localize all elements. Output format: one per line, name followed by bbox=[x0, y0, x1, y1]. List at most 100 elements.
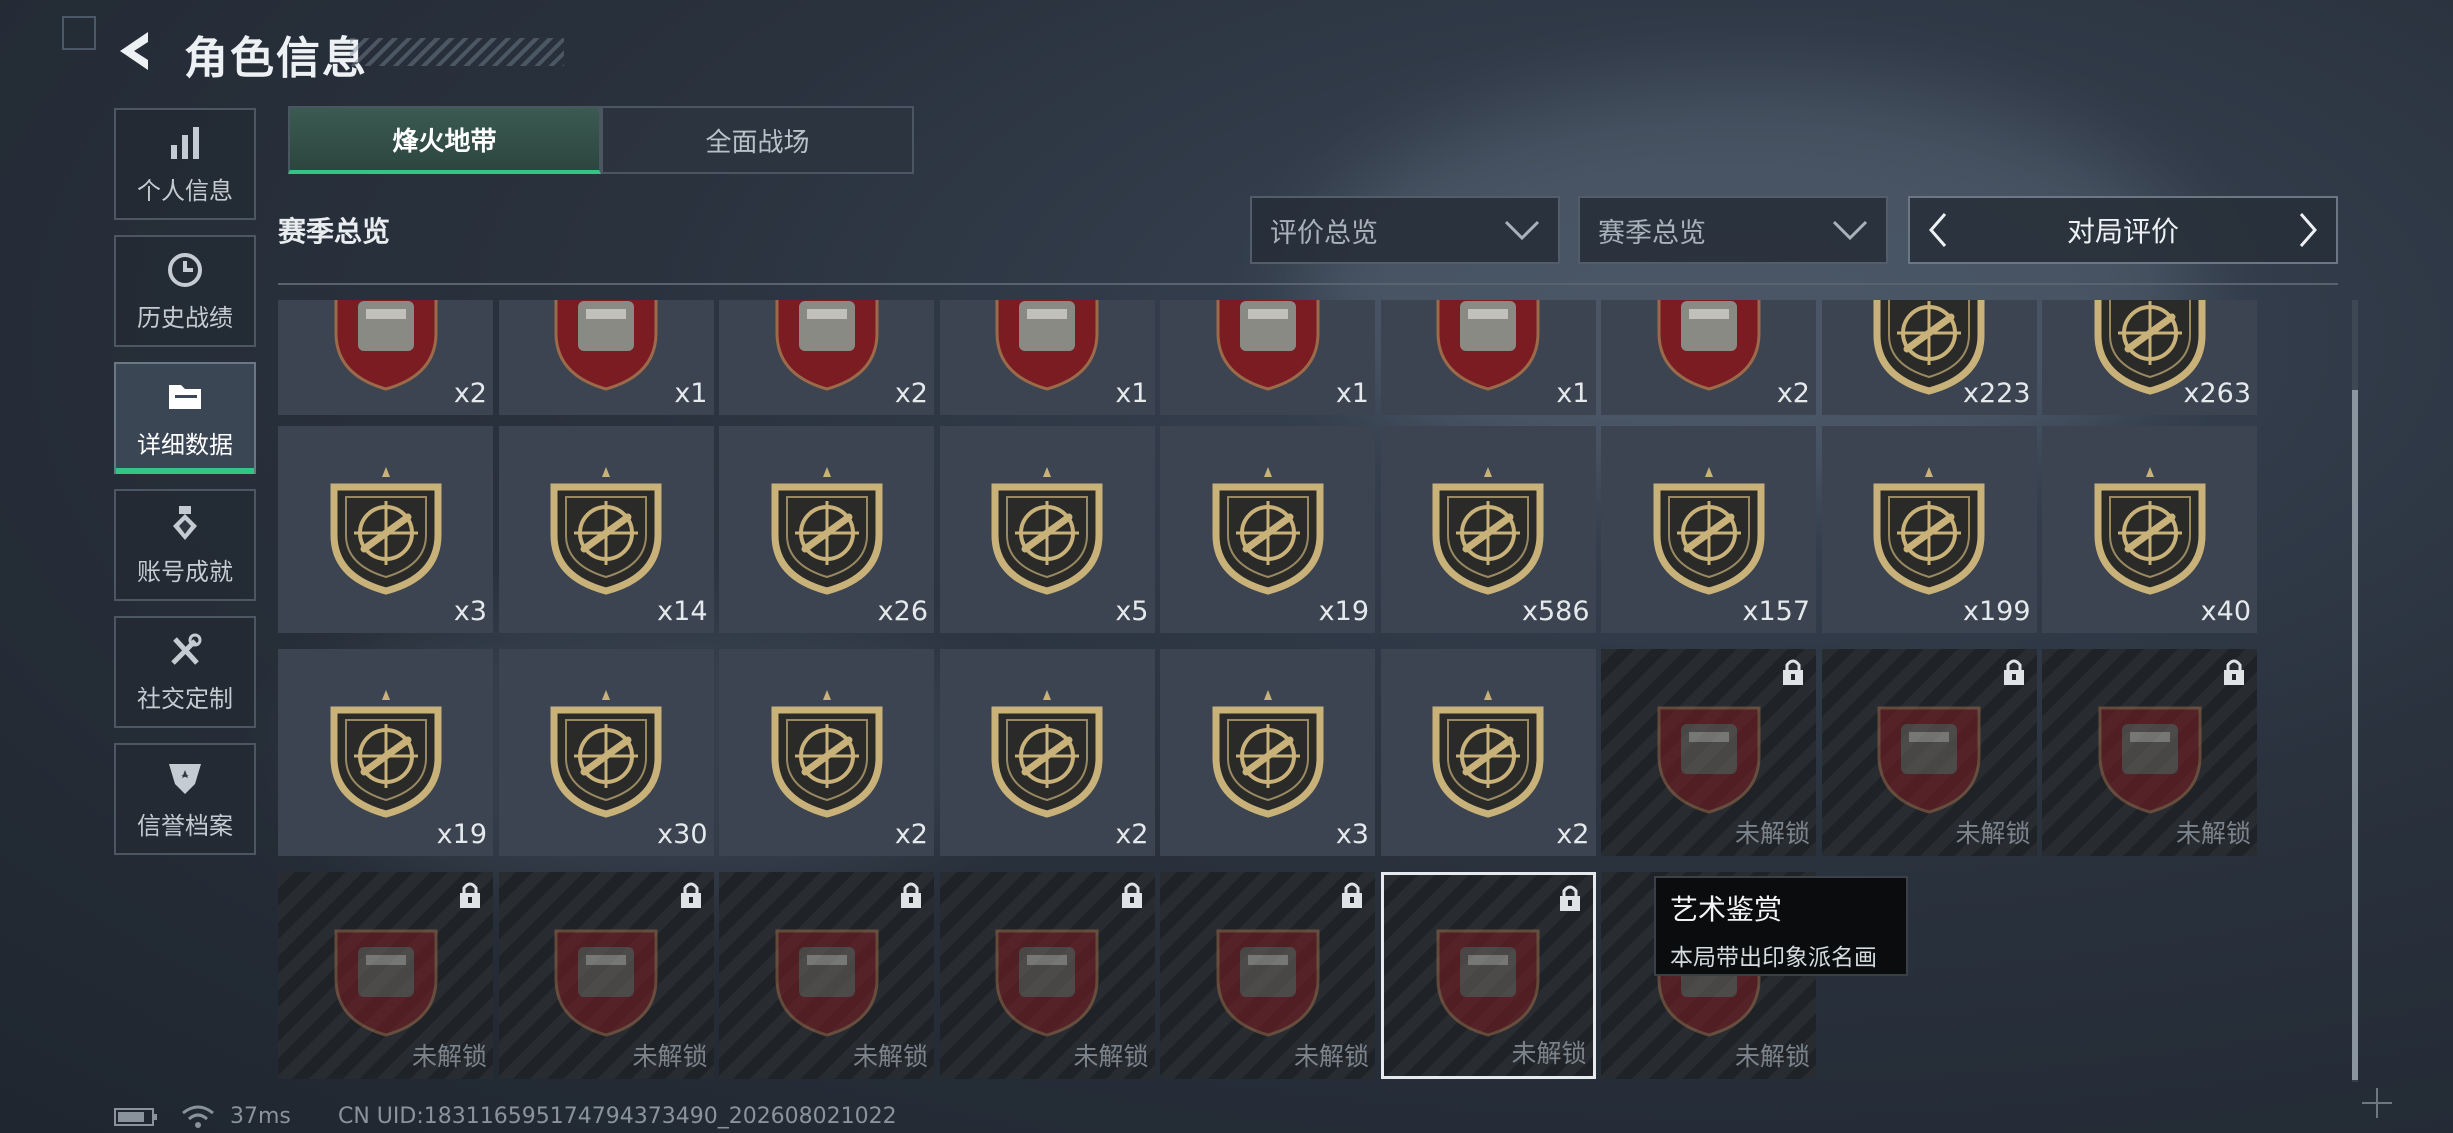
item-badge-icon bbox=[334, 929, 437, 1037]
item-badge-icon bbox=[2098, 706, 2201, 814]
locked-label: 未解锁 bbox=[1293, 1042, 1369, 1071]
badge-cell[interactable]: x1 bbox=[1380, 300, 1596, 415]
sidebar-item-detailed-data[interactable]: 详细数据 bbox=[114, 362, 256, 474]
badge-count: x157 bbox=[1742, 596, 1810, 627]
rank-badge-icon bbox=[330, 689, 441, 818]
badge-count: x2 bbox=[1776, 378, 1810, 409]
badge-cell[interactable]: x586 bbox=[1380, 426, 1596, 633]
pager-prev-button[interactable] bbox=[1910, 198, 1966, 262]
badge-count: x30 bbox=[657, 819, 708, 850]
badge-cell[interactable]: x2 bbox=[278, 300, 493, 415]
locked-badge-cell[interactable]: 未解锁 bbox=[498, 872, 714, 1079]
rating-overview-dropdown[interactable]: 评价总览 bbox=[1250, 196, 1560, 264]
page-title: 角色信息 bbox=[184, 33, 368, 84]
badge-count: x2 bbox=[453, 378, 487, 409]
locked-badge-cell[interactable]: 未解锁 bbox=[1821, 649, 2037, 856]
season-overview-dropdown[interactable]: 赛季总览 bbox=[1578, 196, 1888, 264]
shield-star-icon bbox=[169, 763, 201, 794]
badge-cell[interactable]: x2 bbox=[1380, 649, 1596, 856]
badge-count: x2 bbox=[894, 819, 928, 850]
badge-cell[interactable]: x2 bbox=[1601, 300, 1816, 415]
badge-count: x1 bbox=[1556, 378, 1590, 409]
badge-cell[interactable]: x26 bbox=[719, 426, 934, 633]
badge-count: x1 bbox=[1115, 378, 1149, 409]
rank-badge-icon bbox=[1432, 689, 1544, 818]
badge-count: x263 bbox=[2183, 378, 2251, 409]
folder-icon bbox=[169, 384, 201, 409]
sidebar-item-credit[interactable]: 信誉档案 bbox=[114, 743, 256, 855]
pager-next-button[interactable] bbox=[2280, 198, 2336, 262]
badge-cell[interactable]: x19 bbox=[1160, 426, 1375, 633]
badge-cell[interactable]: x2 bbox=[719, 300, 934, 415]
item-badge-icon bbox=[1657, 706, 1760, 814]
badge-cell[interactable]: x19 bbox=[278, 649, 493, 856]
tooltip-title: 艺术鉴赏 bbox=[1670, 893, 1783, 926]
sidebar-item-history[interactable]: 历史战绩 bbox=[114, 235, 256, 347]
tab-warzone-extraction[interactable]: 烽火地带 bbox=[288, 106, 601, 174]
sidebar-item-social[interactable]: 社交定制 bbox=[114, 616, 256, 728]
rank-badge-icon bbox=[771, 466, 882, 595]
chevron-right-icon bbox=[2299, 213, 2317, 247]
window-corner-marker bbox=[62, 16, 96, 50]
sidebar-item-label: 详细数据 bbox=[137, 430, 233, 459]
badge-count: x14 bbox=[657, 596, 708, 627]
rank-badge-icon bbox=[550, 689, 662, 818]
badge-cell[interactable]: x40 bbox=[2042, 426, 2257, 633]
badge-cell[interactable]: x157 bbox=[1601, 426, 1816, 633]
badge-cell[interactable]: x30 bbox=[498, 649, 714, 856]
title-decoration bbox=[350, 38, 564, 66]
locked-badge-cell[interactable]: 未解锁 bbox=[939, 872, 1155, 1079]
badge-cell[interactable]: x14 bbox=[498, 426, 714, 633]
rank-badge-icon bbox=[1432, 466, 1544, 595]
item-badge-icon bbox=[1216, 929, 1319, 1037]
grid-scrollbar[interactable] bbox=[2352, 300, 2358, 1082]
badge-count: x26 bbox=[877, 596, 928, 627]
badge-count: x5 bbox=[1115, 596, 1149, 627]
locked-badge-cell[interactable]: 未解锁 bbox=[1380, 872, 1596, 1079]
battery-icon bbox=[114, 1108, 157, 1126]
badge-cell[interactable]: x3 bbox=[278, 426, 493, 633]
rank-badge-icon bbox=[771, 689, 882, 818]
section-title: 赛季总览 bbox=[278, 215, 391, 248]
sidebar-item-achievements[interactable]: 账号成就 bbox=[114, 489, 256, 601]
rank-badge-icon bbox=[1212, 689, 1323, 818]
badge-cell[interactable]: x5 bbox=[939, 426, 1155, 633]
badge-cell[interactable]: x2 bbox=[939, 649, 1155, 856]
badge-cell[interactable]: x263 bbox=[2042, 300, 2257, 415]
locked-badge-cell[interactable]: 未解锁 bbox=[1160, 872, 1375, 1079]
badge-count: x223 bbox=[1962, 378, 2031, 409]
badge-count: x19 bbox=[1318, 596, 1369, 627]
back-arrow-icon[interactable] bbox=[114, 28, 160, 74]
lock-icon bbox=[680, 882, 701, 908]
sidebar-item-label: 账号成就 bbox=[137, 557, 233, 586]
user-uid: CN UID:18311659517479437349​0_2026080210… bbox=[338, 1104, 897, 1129]
bar-chart-icon bbox=[171, 126, 199, 159]
badge-count: x2 bbox=[894, 378, 928, 409]
locked-badge-cell[interactable]: 未解锁 bbox=[719, 872, 934, 1079]
badge-grid: x2 x1 x2 x1 x1 x1 x2 x223 x263 x3 x14 x26 x5 x19 x586 x… bbox=[278, 300, 2338, 1085]
sidebar-item-personal-info[interactable]: 个人信息 bbox=[114, 108, 256, 220]
locked-badge-cell[interactable]: 未解锁 bbox=[2042, 649, 2257, 856]
chevron-left-icon bbox=[1929, 213, 1947, 247]
rank-badge-icon bbox=[1212, 466, 1323, 595]
badge-cell[interactable]: x199 bbox=[1821, 426, 2037, 633]
badge-cell[interactable]: x223 bbox=[1821, 300, 2037, 415]
locked-badge-cell[interactable]: 未解锁 bbox=[278, 872, 493, 1079]
badge-cell[interactable]: x1 bbox=[498, 300, 714, 415]
rank-badge-icon bbox=[330, 466, 441, 595]
locked-badge-cell[interactable]: 未解锁 bbox=[1601, 649, 1816, 856]
badge-cell[interactable]: x1 bbox=[1160, 300, 1375, 415]
rank-badge-icon bbox=[2094, 466, 2205, 595]
locked-label: 未解锁 bbox=[852, 1042, 928, 1071]
locked-label: 未解锁 bbox=[1955, 819, 2031, 848]
ping-value: 37ms bbox=[230, 1104, 291, 1129]
lock-icon bbox=[901, 882, 921, 908]
tab-full-battlefield[interactable]: 全面战场 bbox=[601, 106, 914, 174]
badge-count: x1 bbox=[674, 378, 708, 409]
scroll-thumb[interactable] bbox=[2352, 390, 2358, 1080]
wifi-icon bbox=[182, 1105, 214, 1128]
badge-cell[interactable]: x3 bbox=[1160, 649, 1375, 856]
badge-count: x1 bbox=[1335, 378, 1369, 409]
badge-cell[interactable]: x1 bbox=[939, 300, 1155, 415]
badge-cell[interactable]: x2 bbox=[719, 649, 934, 856]
